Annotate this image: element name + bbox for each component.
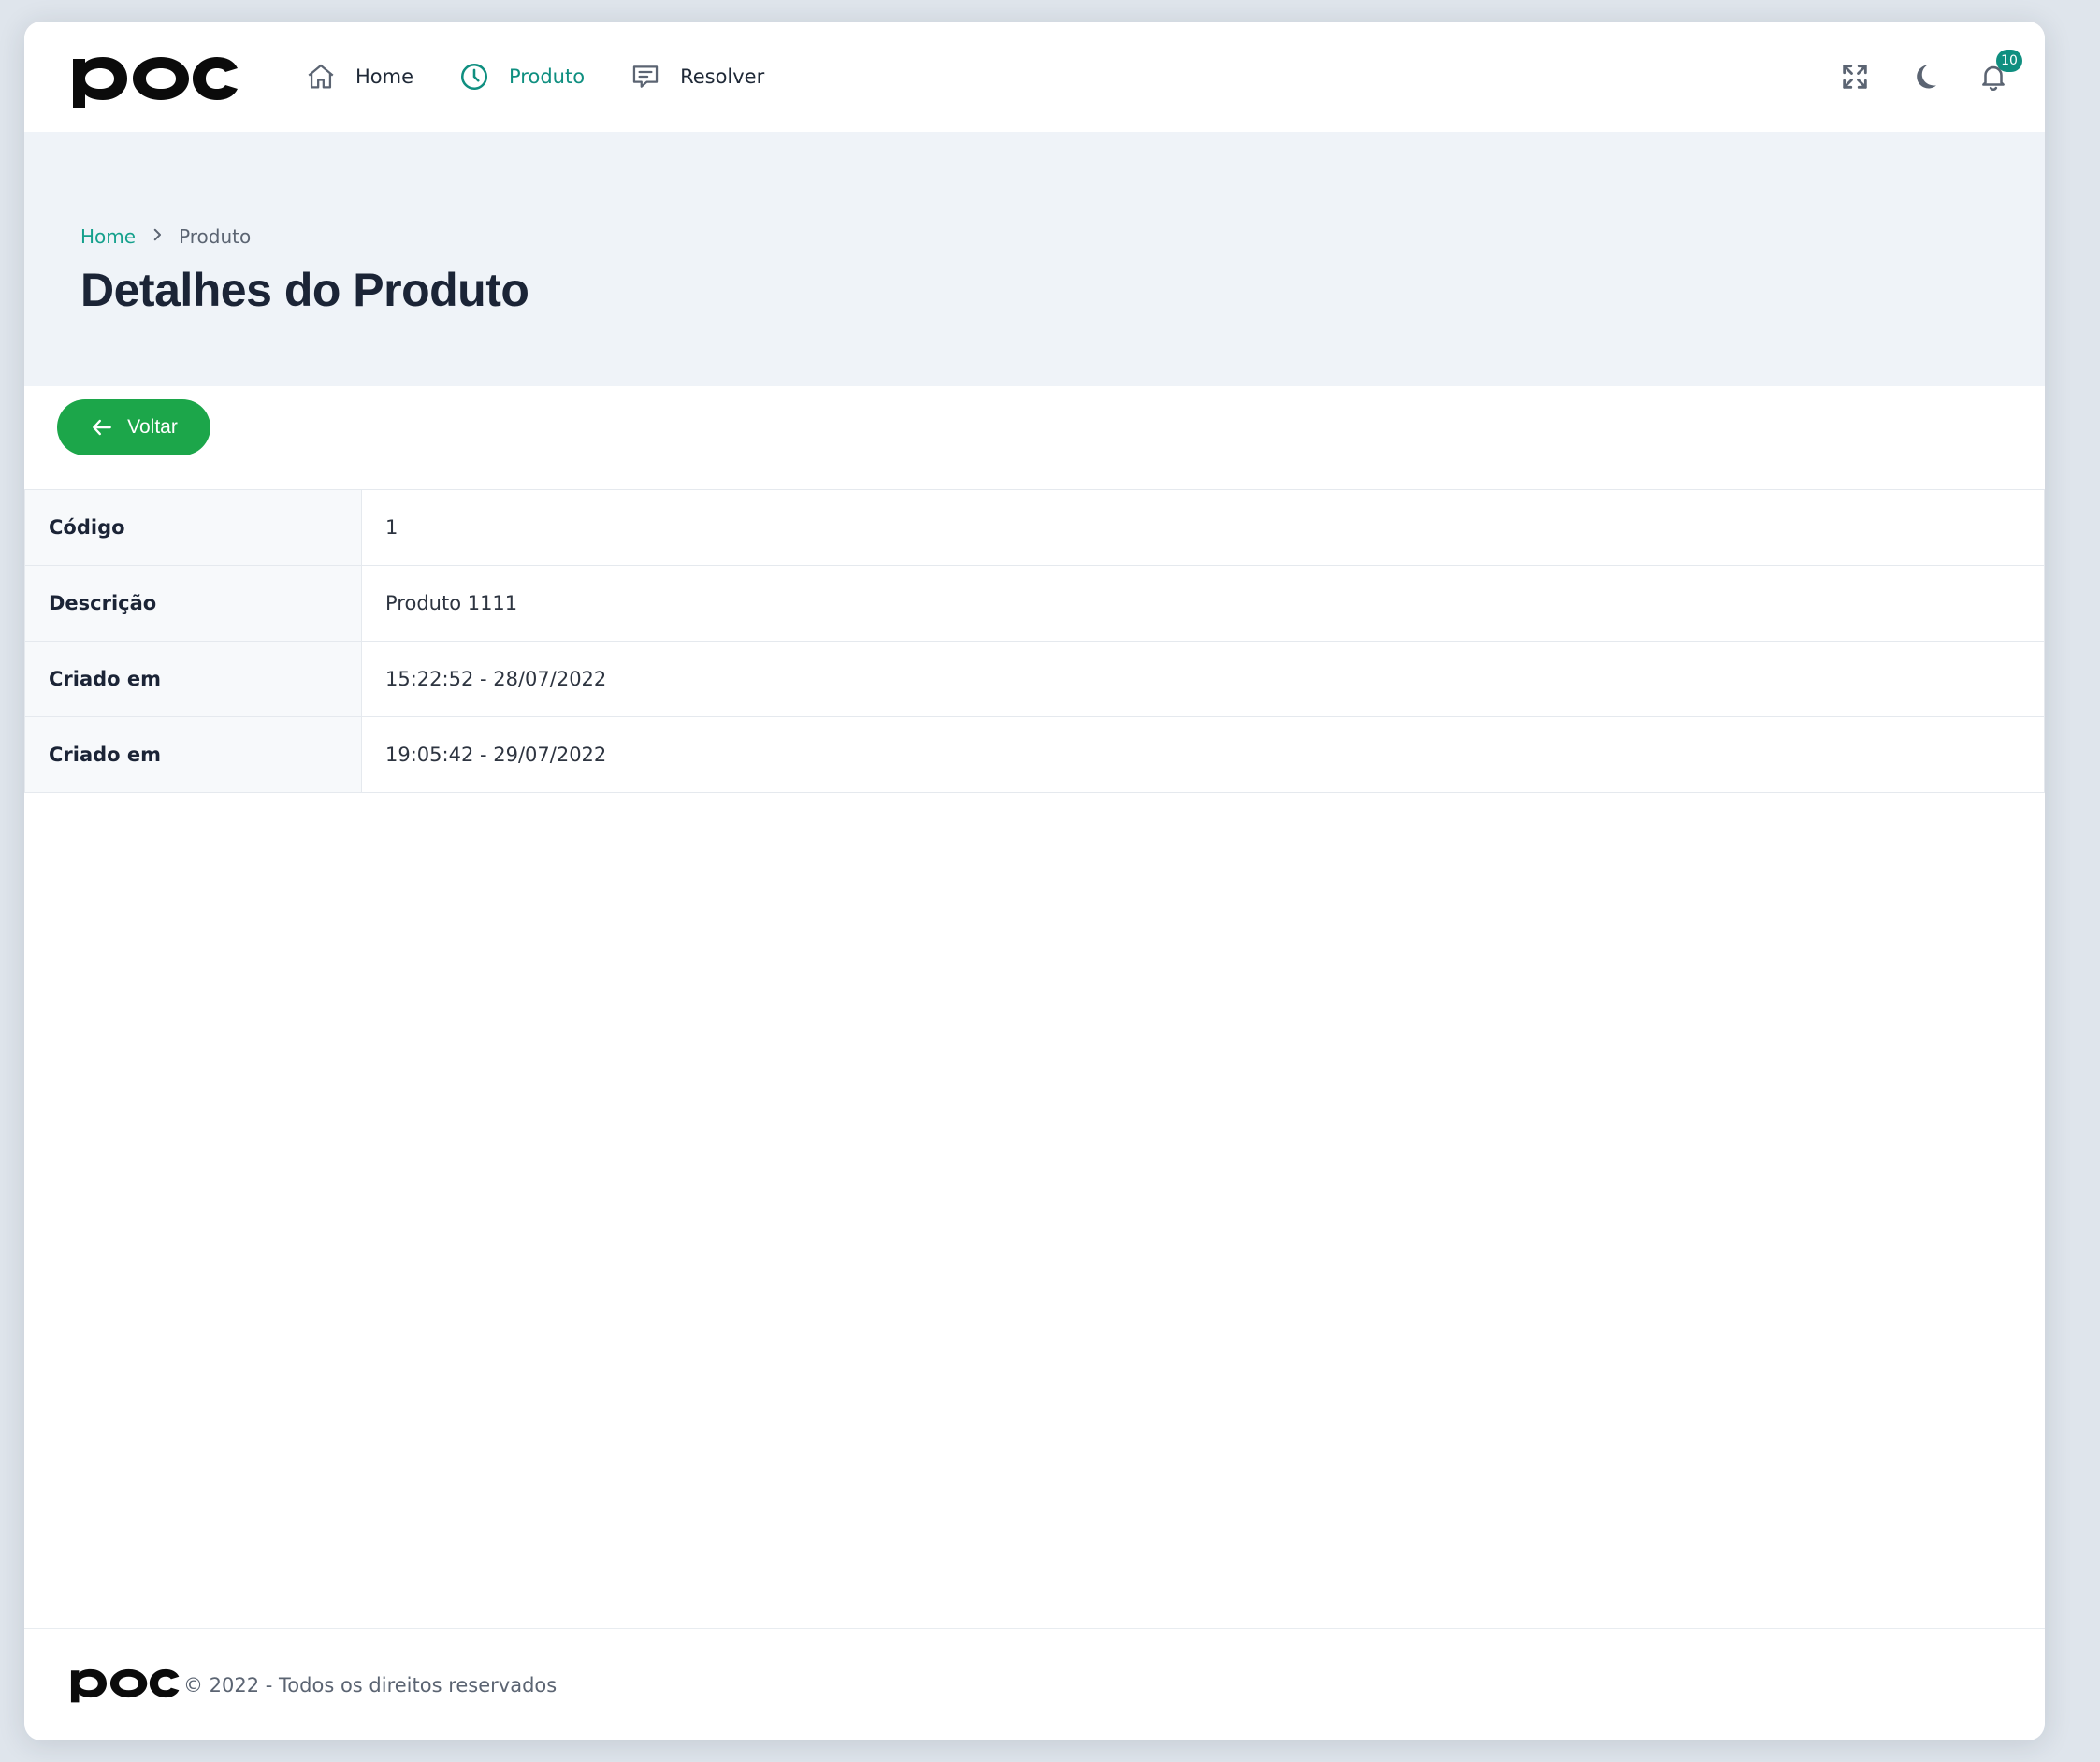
nav-item-home-label: Home bbox=[355, 65, 414, 88]
detail-value: 19:05:42 - 29/07/2022 bbox=[362, 717, 2045, 792]
nav-item-produto-label: Produto bbox=[509, 65, 586, 88]
theme-toggle-button[interactable] bbox=[1908, 61, 1940, 93]
nav-item-resolver[interactable]: Resolver bbox=[630, 61, 764, 93]
nav-item-home[interactable]: Home bbox=[305, 61, 413, 93]
home-icon bbox=[308, 64, 334, 89]
main-nav: Home Produto Resolver bbox=[305, 22, 809, 132]
product-details-table: Código 1 Descrição Produto 1111 Criado e… bbox=[24, 489, 2045, 793]
fullscreen-icon bbox=[1843, 65, 1867, 89]
footer: © 2022 - Todos os direitos reservados bbox=[24, 1628, 2045, 1740]
breadcrumb: Home Produto bbox=[80, 225, 251, 248]
detail-label: Descrição bbox=[24, 566, 362, 641]
page-title: Detalhes do Produto bbox=[80, 264, 529, 316]
top-actions: 10 bbox=[1839, 22, 2022, 132]
detail-value: 15:22:52 - 28/07/2022 bbox=[362, 642, 2045, 716]
nav-item-produto[interactable]: Produto bbox=[458, 61, 585, 93]
back-button[interactable]: Voltar bbox=[57, 399, 210, 455]
chevron-right-icon bbox=[149, 225, 166, 248]
table-row: Criado em 15:22:52 - 28/07/2022 bbox=[24, 642, 2045, 717]
poc-logo[interactable] bbox=[67, 48, 241, 109]
breadcrumb-current: Produto bbox=[179, 225, 252, 248]
detail-label: Criado em bbox=[24, 642, 362, 716]
breadcrumb-home-link[interactable]: Home bbox=[80, 225, 136, 248]
poc-footer-logo bbox=[70, 1668, 180, 1703]
moon-icon bbox=[1917, 65, 1936, 89]
page-header: Home Produto Detalhes do Produto bbox=[24, 132, 2045, 386]
top-navbar: Home Produto Resolver 10 bbox=[24, 22, 2045, 132]
app-window: Home Produto Resolver 10 Home Produto De… bbox=[24, 22, 2045, 1740]
table-row: Descrição Produto 1111 bbox=[24, 566, 2045, 642]
notification-count-badge: 10 bbox=[1996, 50, 2022, 72]
detail-value: Produto 1111 bbox=[362, 566, 2045, 641]
nav-item-resolver-label: Resolver bbox=[680, 65, 765, 88]
back-button-label: Voltar bbox=[127, 416, 178, 438]
fullscreen-button[interactable] bbox=[1839, 61, 1871, 93]
message-icon bbox=[632, 65, 659, 88]
table-row: Código 1 bbox=[24, 490, 2045, 566]
detail-value: 1 bbox=[362, 490, 2045, 565]
detail-label: Código bbox=[24, 490, 362, 565]
notifications-button[interactable]: 10 bbox=[1977, 50, 2022, 93]
detail-label: Criado em bbox=[24, 717, 362, 792]
arrow-left-icon bbox=[93, 419, 111, 436]
clock-icon bbox=[460, 63, 488, 91]
table-row: Criado em 19:05:42 - 29/07/2022 bbox=[24, 717, 2045, 793]
footer-copyright: © 2022 - Todos os direitos reservados bbox=[183, 1674, 558, 1697]
